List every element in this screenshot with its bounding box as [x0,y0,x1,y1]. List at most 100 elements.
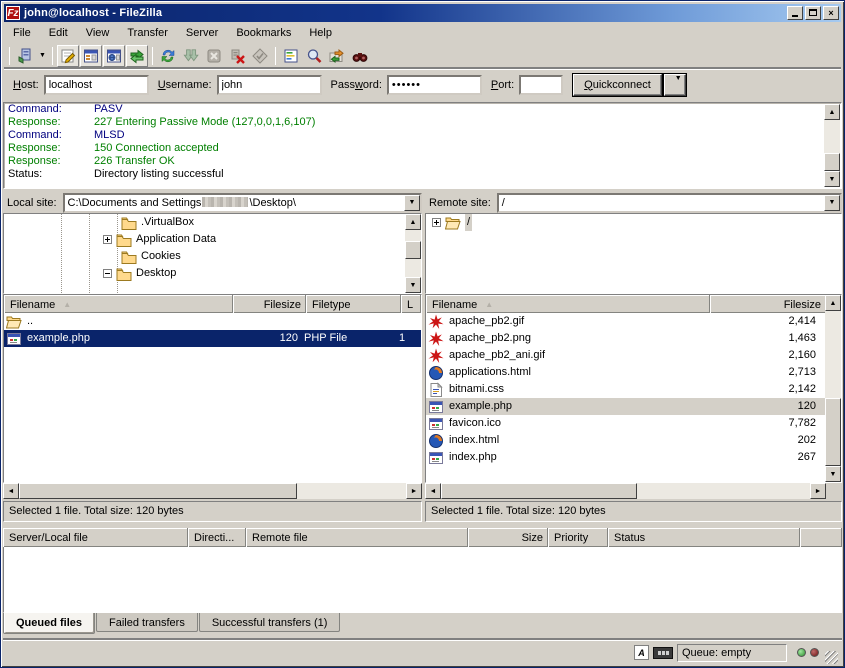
maximize-button[interactable] [805,6,821,20]
file-row[interactable]: apache_pb2.gif 2,414 [426,313,841,330]
activity-led-green-icon [797,648,806,657]
file-row[interactable]: index.php 267 [426,449,841,466]
tab-queued-files[interactable]: Queued files [3,613,95,634]
find-files-button[interactable] [349,45,371,67]
username-input[interactable] [217,75,322,95]
password-input[interactable] [387,75,482,95]
port-input[interactable] [519,75,563,95]
expand-icon[interactable] [103,235,112,244]
speed-limit-icon[interactable] [653,647,673,659]
compare-directories-button[interactable] [303,45,325,67]
disconnect-button[interactable] [226,45,248,67]
abort-button[interactable] [249,45,271,67]
transfer-type-icon[interactable]: A [634,645,649,660]
column-header-filename[interactable]: Filename▲ [4,295,233,313]
filezilla-window: Fz john@localhost - FileZilla × File Edi… [0,0,845,668]
menu-edit[interactable]: Edit [40,25,77,41]
file-row[interactable]: favicon.ico 7,782 [426,415,841,432]
filter-button[interactable] [280,45,302,67]
column-header-direction[interactable]: Directi... [188,528,246,547]
remote-file-list: Filename▲ Filesize apache_pb2.gif 2,414 … [425,294,842,483]
column-header-status[interactable]: Status [608,528,800,547]
tab-successful-transfers[interactable]: Successful transfers (1) [199,613,341,632]
scrollbar-thumb[interactable] [824,153,840,171]
scroll-right-icon[interactable]: ► [810,483,826,499]
local-list-hscrollbar[interactable]: ◄ ► [3,483,422,499]
scroll-up-icon[interactable]: ▲ [405,214,421,230]
column-header-remote-file[interactable]: Remote file [246,528,468,547]
remote-site-dropdown[interactable]: ▼ [824,195,840,211]
column-header-server-local-file[interactable]: Server/Local file [3,528,188,547]
file-row[interactable]: index.html 202 [426,432,841,449]
file-row[interactable]: apache_pb2_ani.gif 2,160 [426,347,841,364]
quickconnect-button[interactable]: Quickconnect [573,74,662,96]
remote-list-hscrollbar[interactable]: ◄ ► [425,483,826,499]
resize-grip[interactable] [825,651,838,664]
remote-list-scrollbar[interactable]: ▲ ▼ [825,295,841,482]
file-row-example-php[interactable]: example.php 120 PHP File 1 [4,330,421,347]
tree-item-cookies[interactable]: Cookies [4,248,421,265]
toggle-transfer-queue-button[interactable] [126,45,148,67]
scrollbar-thumb[interactable] [19,483,297,499]
menu-transfer[interactable]: Transfer [118,25,177,41]
toggle-local-tree-button[interactable] [80,45,102,67]
remote-path: / [502,197,505,209]
file-row-selected[interactable]: example.php 120 [426,398,841,415]
tab-failed-transfers[interactable]: Failed transfers [96,613,198,632]
site-manager-dropdown[interactable]: ▼ [37,45,48,67]
scroll-left-icon[interactable]: ◄ [3,483,19,499]
menu-bookmarks[interactable]: Bookmarks [227,25,300,41]
close-button[interactable]: × [823,6,839,20]
scroll-down-icon[interactable]: ▼ [405,277,421,293]
process-queue-button[interactable] [180,45,202,67]
minimize-button[interactable] [787,6,803,20]
local-tree-scrollbar[interactable]: ▲ ▼ [405,214,421,293]
cancel-operation-button[interactable] [203,45,225,67]
scroll-up-icon[interactable]: ▲ [825,295,841,311]
scroll-right-icon[interactable]: ► [406,483,422,499]
scrollbar-thumb[interactable] [405,241,421,259]
log-scrollbar[interactable]: ▲ ▼ [824,104,840,187]
column-header-priority[interactable]: Priority [548,528,608,547]
site-manager-button[interactable] [14,45,36,67]
tree-item-application-data[interactable]: Application Data [4,231,421,248]
message-log: Command:PASV Response:227 Entering Passi… [3,102,842,189]
tree-item-virtualbox[interactable]: .VirtualBox [4,214,421,231]
remote-site-combo[interactable]: / ▼ [497,193,842,213]
menu-help[interactable]: Help [300,25,341,41]
scrollbar-thumb[interactable] [441,483,637,499]
scroll-down-icon[interactable]: ▼ [824,171,840,187]
file-row[interactable]: bitnami.css 2,142 [426,381,841,398]
queue-tabs: Queued files Failed transfers Successful… [3,613,341,635]
column-header-filesize[interactable]: Filesize [233,295,306,313]
menu-view[interactable]: View [77,25,119,41]
queue-body[interactable] [3,547,842,613]
synchronized-browsing-button[interactable] [326,45,348,67]
expand-icon[interactable] [432,218,441,227]
tree-item-desktop[interactable]: Desktop [4,265,421,282]
quickconnect-dropdown[interactable]: ▼ [664,74,686,96]
scroll-left-icon[interactable]: ◄ [425,483,441,499]
scrollbar-thumb[interactable] [825,398,841,466]
column-header-filename[interactable]: Filename▲ [426,295,710,313]
file-row[interactable]: applications.html 2,713 [426,364,841,381]
file-row-parent-dir[interactable]: .. [4,313,421,330]
menu-file[interactable]: File [4,25,40,41]
title-bar[interactable]: Fz john@localhost - FileZilla × [4,4,841,22]
file-row[interactable]: apache_pb2.png 1,463 [426,330,841,347]
local-site-dropdown[interactable]: ▼ [404,195,420,211]
toggle-remote-tree-button[interactable] [103,45,125,67]
column-header-lastmodified[interactable]: L [401,295,421,313]
host-input[interactable] [44,75,149,95]
column-header-size[interactable]: Size [468,528,548,547]
scroll-up-icon[interactable]: ▲ [824,104,840,120]
column-header-filesize[interactable]: Filesize [710,295,826,313]
collapse-icon[interactable] [103,269,112,278]
local-site-combo[interactable]: C:\Documents and Settings\Desktop\ ▼ [63,193,422,213]
toggle-message-log-button[interactable] [57,45,79,67]
scroll-down-icon[interactable]: ▼ [825,466,841,482]
tree-item-root[interactable]: / [426,214,841,231]
column-header-filetype[interactable]: Filetype [306,295,401,313]
menu-server[interactable]: Server [177,25,227,41]
refresh-button[interactable] [157,45,179,67]
